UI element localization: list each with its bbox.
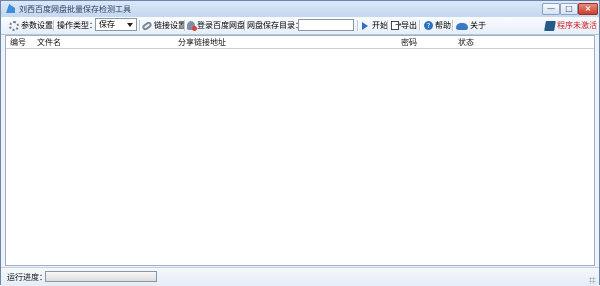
book-icon (544, 20, 556, 31)
results-table[interactable]: 编号 文件名 分享链接地址 密码 状态 (5, 35, 595, 266)
toolbar-separator (387, 20, 388, 31)
help-label: 帮助 (435, 21, 451, 30)
column-header-index[interactable]: 编号 (10, 37, 26, 48)
app-icon (6, 4, 15, 13)
operation-type-select[interactable]: 保存 (95, 18, 137, 31)
toolbar-separator (452, 20, 453, 31)
export-label: 导出 (401, 21, 417, 30)
title-bar[interactable]: 刘西百度网盘批量保存检测工具 — □ × (1, 1, 599, 18)
help-button[interactable]: ? 帮助 (424, 17, 451, 34)
chevron-down-icon (127, 23, 133, 27)
app-window: 刘西百度网盘批量保存检测工具 — □ × 参数设置 操作类型： 保存 链接设置 … (0, 0, 600, 286)
status-bar: 运行进度： (1, 267, 599, 286)
start-button[interactable]: 开始 (362, 17, 388, 34)
operation-type-label: 操作类型： (57, 17, 97, 34)
settings-label: 参数设置 (21, 21, 53, 30)
help-icon: ? (424, 21, 433, 30)
settings-button[interactable]: 参数设置 (9, 17, 53, 34)
progress-bar (45, 271, 157, 282)
column-header-filename[interactable]: 文件名 (37, 37, 61, 48)
about-label: 关于 (470, 21, 486, 30)
about-button[interactable]: 关于 (456, 17, 486, 34)
operation-type-text: 操作类型： (57, 21, 97, 30)
save-dir-text: 网盘保存目录： (247, 21, 303, 30)
maximize-button[interactable]: □ (560, 3, 578, 15)
export-button[interactable]: 导出 (391, 17, 417, 34)
play-icon (362, 21, 368, 30)
minimize-button[interactable]: — (542, 3, 560, 15)
progress-label: 运行进度： (7, 273, 47, 282)
operation-type-value: 保存 (99, 20, 115, 29)
toolbar-separator (184, 20, 185, 31)
close-button[interactable]: × (578, 3, 598, 15)
link-settings-button[interactable]: 链接设置 (141, 17, 186, 34)
toolbar-separator (139, 20, 140, 31)
toolbar-separator (53, 20, 54, 31)
cloud-icon (456, 23, 468, 30)
toolbar: 参数设置 操作类型： 保存 链接设置 登录百度网盘 网盘保存目录： 开始 → 导… (1, 17, 599, 35)
link-settings-label: 链接设置 (154, 21, 186, 30)
toolbar-separator (419, 20, 420, 31)
table-header: 编号 文件名 分享链接地址 密码 状态 (6, 36, 594, 49)
login-button[interactable]: 登录百度网盘 (187, 17, 245, 34)
login-user-icon (187, 21, 197, 31)
column-header-status[interactable]: 状态 (458, 37, 474, 48)
save-dir-label: 网盘保存目录： (247, 17, 303, 34)
activation-status[interactable]: 程序未激活 (544, 17, 597, 34)
column-header-share-link[interactable]: 分享链接地址 (178, 37, 226, 48)
save-dir-input[interactable] (298, 19, 354, 31)
gear-icon (9, 20, 19, 31)
toolbar-separator (244, 20, 245, 31)
window-title: 刘西百度网盘批量保存检测工具 (19, 5, 131, 14)
login-label: 登录百度网盘 (197, 21, 245, 30)
link-icon (141, 20, 153, 31)
export-icon (391, 20, 402, 30)
resize-grip-icon[interactable] (589, 277, 596, 284)
activation-status-label: 程序未激活 (557, 21, 597, 30)
toolbar-separator (357, 20, 358, 31)
column-header-password[interactable]: 密码 (401, 37, 417, 48)
start-label: 开始 (372, 21, 388, 30)
